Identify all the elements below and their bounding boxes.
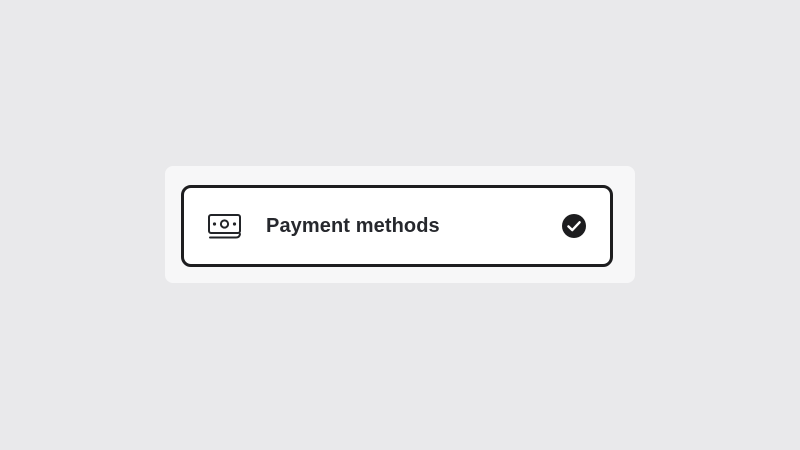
payment-methods-option[interactable]: Payment methods	[181, 185, 613, 267]
money-bill-icon	[208, 214, 241, 239]
option-label: Payment methods	[266, 215, 440, 237]
check-circle-icon	[562, 214, 586, 238]
selection-panel: Payment methods	[165, 166, 635, 283]
